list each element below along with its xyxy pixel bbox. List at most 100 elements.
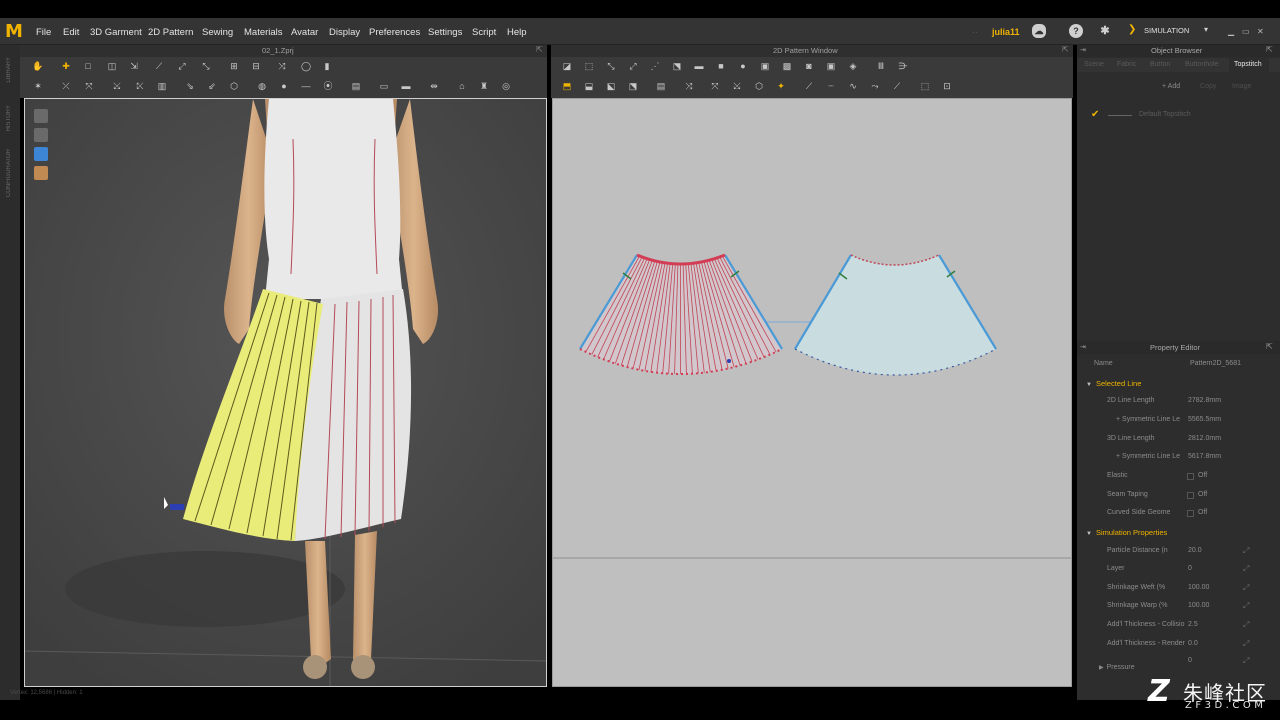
- 2d-tool-icon-28[interactable]: ┈: [825, 81, 837, 91]
- tool-icon-4[interactable]: ⤩: [111, 81, 123, 91]
- 2d-tool-icon-1[interactable]: ◪: [561, 61, 573, 71]
- tool-icon-13[interactable]: ⦿: [322, 81, 334, 91]
- 2d-tool-icon-10[interactable]: ▣: [759, 61, 771, 71]
- 2d-tool-icon-31[interactable]: ⟋: [891, 81, 903, 91]
- tool-icon-2[interactable]: ⤫: [60, 81, 72, 91]
- minimize-icon[interactable]: ▁: [1228, 27, 1234, 36]
- menu-preferences[interactable]: Preferences: [369, 27, 420, 38]
- 2d-tool-icon-16[interactable]: ⋺: [897, 61, 909, 71]
- 2d-tool-icon-30[interactable]: ⤳: [869, 81, 881, 91]
- tack-icon[interactable]: ⇲: [128, 61, 140, 71]
- 2d-select-icon[interactable]: ⬒: [561, 81, 573, 91]
- tab-scene[interactable]: Scene: [1084, 61, 1104, 68]
- link-icon[interactable]: ⤢: [1243, 639, 1249, 649]
- pattern-piece-back[interactable]: [794, 254, 997, 376]
- tool-icon-10[interactable]: ◍: [256, 81, 268, 91]
- tool-icon-9[interactable]: ⬡: [228, 81, 240, 91]
- garment-display-icon[interactable]: [34, 128, 48, 142]
- 2d-tool-icon-20[interactable]: ⬔: [627, 81, 639, 91]
- link-icon[interactable]: ⤢: [1243, 583, 1249, 593]
- 2d-rect-icon[interactable]: ▬: [693, 61, 705, 71]
- name-value[interactable]: Pattern2D_5681: [1190, 360, 1241, 367]
- list-item[interactable]: ✔ Default Topstitch: [1088, 109, 1268, 123]
- fabric-display-icon[interactable]: [34, 147, 48, 161]
- menu-sewing[interactable]: Sewing: [202, 27, 233, 38]
- mode-selector[interactable]: ❯ SIMULATION ▾: [1124, 24, 1216, 39]
- link-icon[interactable]: ⤢: [1243, 620, 1249, 630]
- 2d-tool-icon-5[interactable]: ⋰: [649, 61, 661, 71]
- add-button[interactable]: + Add: [1162, 83, 1192, 96]
- menu-file[interactable]: File: [36, 27, 51, 38]
- 2d-tool-icon-15[interactable]: Ⅲ: [875, 61, 887, 71]
- menu-avatar[interactable]: Avatar: [291, 27, 318, 38]
- move-tool-icon[interactable]: ✋: [32, 61, 44, 71]
- 2d-tool-icon-11[interactable]: ▩: [781, 61, 793, 71]
- 2d-square-icon[interactable]: ■: [715, 61, 727, 71]
- 2d-circle-icon[interactable]: ●: [737, 61, 749, 71]
- image-button[interactable]: Image: [1232, 83, 1272, 96]
- prop-thickness-render-value[interactable]: 0.0: [1188, 640, 1198, 647]
- prop-particle-distance-value[interactable]: 20.0: [1188, 547, 1202, 554]
- collapse-icon[interactable]: ⇥: [1080, 46, 1086, 54]
- pe-expand-icon[interactable]: ⇱: [1266, 342, 1273, 351]
- 2d-tool-icon-25[interactable]: ⬡: [753, 81, 765, 91]
- link-icon[interactable]: ⤢: [1243, 546, 1249, 556]
- lasso-icon[interactable]: ◯: [300, 61, 312, 71]
- tool-icon-20[interactable]: ◎: [500, 81, 512, 91]
- prop-layer-value[interactable]: 0: [1188, 565, 1192, 572]
- link-icon[interactable]: ⤢: [1243, 564, 1249, 574]
- sidebar-tab-history[interactable]: HISTORY: [6, 105, 12, 131]
- 3d-panel-expand-icon[interactable]: ⇱: [536, 45, 543, 54]
- 2d-tool-icon-19[interactable]: ⬕: [605, 81, 617, 91]
- tool-icon-3[interactable]: ⤧: [83, 81, 95, 91]
- menu-display[interactable]: Display: [329, 27, 360, 38]
- transform-icon[interactable]: ◫: [106, 61, 118, 71]
- close-icon[interactable]: ✕: [1257, 27, 1264, 36]
- tool-icon-7[interactable]: ⇘: [184, 81, 196, 91]
- prop-pressure-value[interactable]: 0: [1188, 657, 1192, 664]
- 2d-tool-icon-21[interactable]: ▤: [655, 81, 667, 91]
- help-icon[interactable]: ?: [1069, 24, 1083, 38]
- tab-topstitch[interactable]: Topstitch: [1234, 61, 1262, 68]
- tab-fabric[interactable]: Fabric: [1117, 61, 1136, 68]
- prop-shrinkage-weft-value[interactable]: 100.00: [1188, 584, 1209, 591]
- 2d-tool-icon-18[interactable]: ⬓: [583, 81, 595, 91]
- sidebar-tab-library[interactable]: LIBRARY: [6, 57, 12, 83]
- object-browser-expand-icon[interactable]: ⇱: [1266, 45, 1273, 54]
- ruler-icon[interactable]: ⊟: [250, 61, 262, 71]
- 2d-tool-icon-2[interactable]: ⬚: [583, 61, 595, 71]
- tool-icon-5[interactable]: ⤪: [134, 81, 146, 91]
- line-tool-icon[interactable]: ⟋: [153, 61, 165, 71]
- tool-icon-14[interactable]: ▤: [350, 81, 362, 91]
- 2d-tool-icon-3[interactable]: ⤡: [605, 61, 617, 71]
- section-selected-line[interactable]: ▼ Selected Line: [1086, 379, 1141, 388]
- 2d-panel-expand-icon[interactable]: ⇱: [1062, 45, 1069, 54]
- curved-side-checkbox[interactable]: [1187, 510, 1194, 517]
- measure-icon[interactable]: ⤨: [276, 61, 288, 71]
- menu-settings[interactable]: Settings: [428, 27, 462, 38]
- 2d-tool-icon-27[interactable]: ⟋: [803, 81, 815, 91]
- arrange-icon[interactable]: ⤡: [200, 61, 212, 71]
- 2d-tool-icon-26[interactable]: ✦: [775, 81, 787, 91]
- copy-button[interactable]: Copy: [1200, 83, 1226, 96]
- avatar-display-icon[interactable]: [34, 109, 48, 123]
- tool-icon-12[interactable]: —: [300, 81, 312, 91]
- menu-2d-pattern[interactable]: 2D Pattern: [148, 27, 193, 38]
- 2d-tool-icon-6[interactable]: ⬔: [671, 61, 683, 71]
- select-box-icon[interactable]: □: [82, 61, 94, 71]
- menu-materials[interactable]: Materials: [244, 27, 283, 38]
- 2d-tool-icon-24[interactable]: ⤩: [731, 81, 743, 91]
- menu-help[interactable]: Help: [507, 27, 527, 38]
- link-icon[interactable]: ⤢: [1243, 601, 1249, 611]
- 2d-tool-icon-32[interactable]: ⬚: [919, 81, 931, 91]
- tab-buttonhole[interactable]: Buttonhole: [1185, 61, 1218, 68]
- elastic-checkbox[interactable]: [1187, 473, 1194, 480]
- 2d-pattern-viewport[interactable]: [552, 98, 1072, 687]
- avatar-pose-icon[interactable]: ✶: [32, 81, 44, 91]
- pin-icon[interactable]: ⊞: [228, 61, 240, 71]
- prop-2d-line-length-value[interactable]: 2782.8mm: [1188, 397, 1221, 404]
- 2d-tool-icon-33[interactable]: ⊡: [941, 81, 953, 91]
- pattern-piece-front[interactable]: [579, 253, 783, 375]
- pe-collapse-icon[interactable]: ⇥: [1080, 343, 1086, 351]
- add-point-icon[interactable]: ✚: [60, 61, 72, 71]
